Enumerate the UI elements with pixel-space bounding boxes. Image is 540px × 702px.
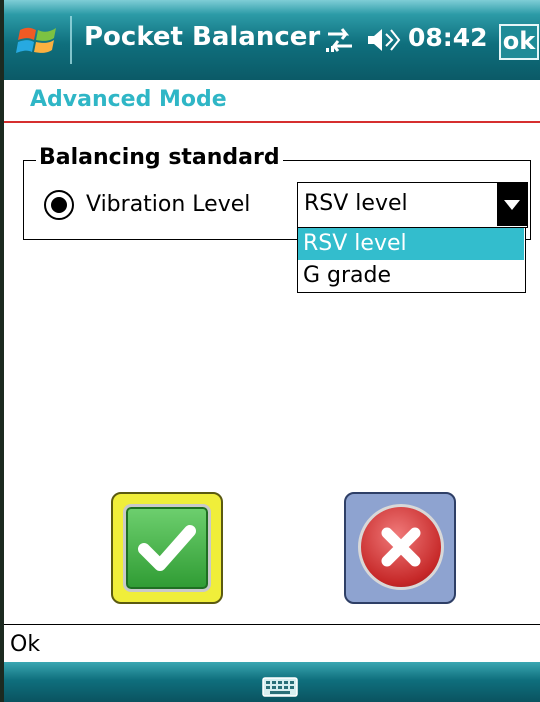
group-legend: Balancing standard <box>36 145 283 170</box>
clock[interactable]: 08:42 <box>408 23 488 52</box>
status-text: Ok <box>10 632 41 657</box>
dropdown-list: RSV level G grade <box>297 227 526 293</box>
radio-selected-dot <box>51 197 67 213</box>
windows-start-icon[interactable] <box>14 20 62 62</box>
app-title: Pocket Balancer <box>84 22 321 52</box>
dropdown-value: RSV level <box>304 191 408 216</box>
accept-button-face <box>123 504 211 592</box>
close-x-icon <box>381 527 421 567</box>
cancel-button[interactable] <box>344 492 456 604</box>
header-divider <box>4 121 540 123</box>
vibration-level-label[interactable]: Vibration Level <box>86 192 250 217</box>
cancel-button-face <box>358 504 444 590</box>
keyboard-icon[interactable] <box>262 675 298 699</box>
connectivity-icon[interactable] <box>324 24 356 56</box>
dropdown-option-g-grade[interactable]: G grade <box>298 260 524 292</box>
dropdown-option-rsv-level[interactable]: RSV level <box>298 228 524 260</box>
title-ok-button[interactable]: ok <box>499 24 539 60</box>
accept-button[interactable] <box>111 492 223 604</box>
volume-icon[interactable] <box>366 24 402 56</box>
vibration-level-radio[interactable] <box>44 190 74 220</box>
dropdown-arrow-icon[interactable] <box>497 183 527 226</box>
checkmark-icon <box>138 525 196 571</box>
title-bar: Pocket Balancer 08:42 ok <box>4 0 540 80</box>
standard-dropdown[interactable]: RSV level <box>297 182 528 228</box>
status-divider <box>4 624 540 625</box>
screen: Pocket Balancer 08:42 ok Advanced Mode B… <box>4 0 540 702</box>
page-title: Advanced Mode <box>30 87 227 112</box>
title-separator <box>70 16 72 64</box>
